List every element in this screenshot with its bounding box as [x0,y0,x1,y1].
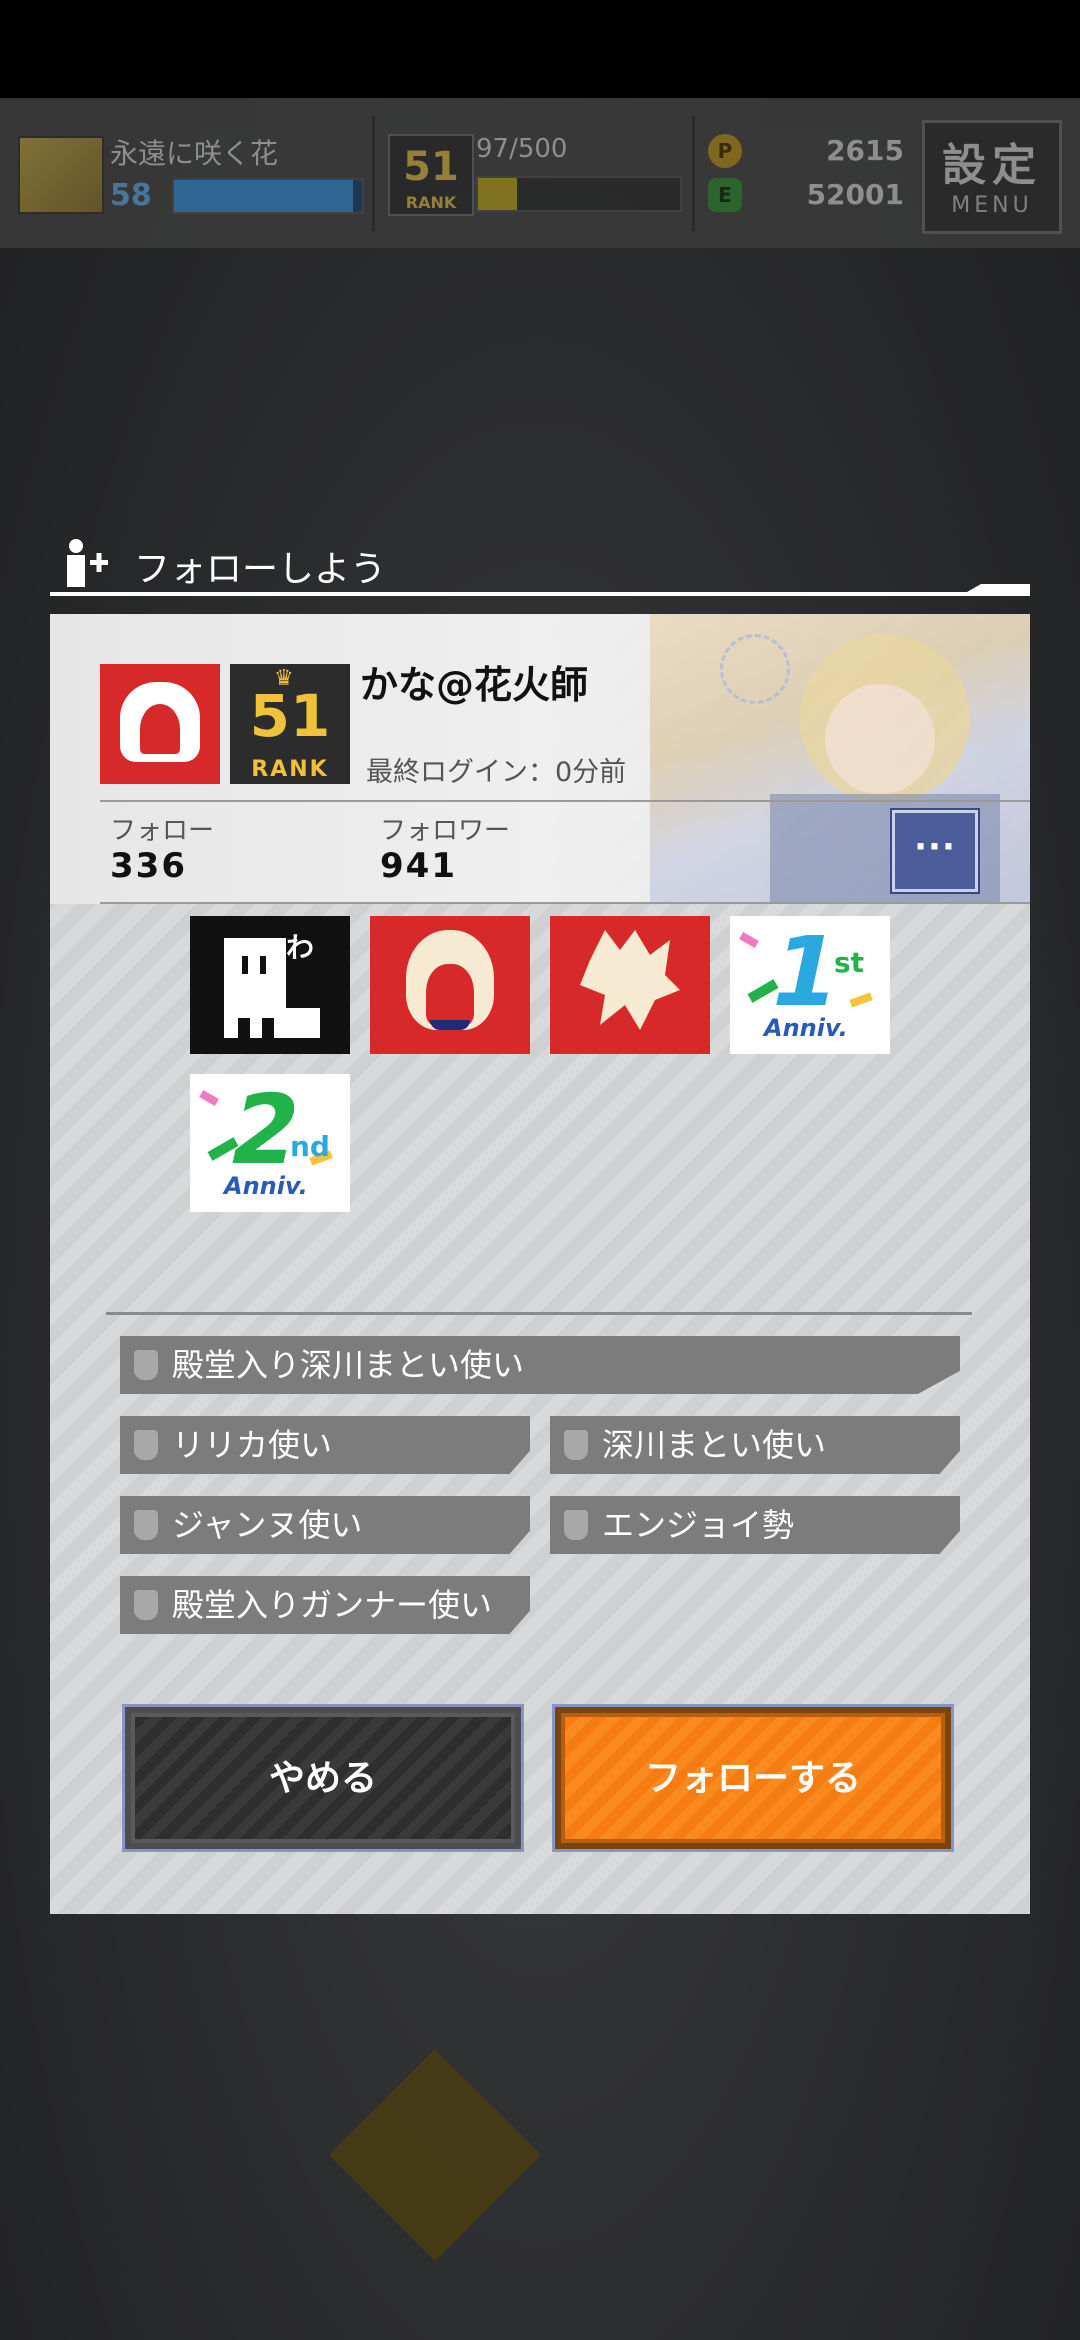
tag-icon [564,1430,588,1460]
emblem-red-burst [550,916,710,1054]
gold-coin-count: 2615 [826,134,904,167]
last-login: 最終ログイン：0分前 [366,757,627,788]
player-avatar[interactable] [18,136,104,214]
rank-number: 51 [403,144,459,190]
emblem-red-mask [370,916,530,1054]
user-rank-label: RANK [251,757,329,782]
rank-label: RANK [405,193,457,212]
menu-button[interactable]: 設定 MENU [922,120,1062,234]
title-tag-label: 殿堂入り深川まとい使い [172,1346,525,1384]
emblem-2nd-label: Anniv. [224,1172,308,1200]
header-underline [50,592,1030,596]
emblem-2nd-suffix: nd [290,1130,330,1163]
cancel-button-label: やめる [131,1713,515,1843]
player-name: 永遠に咲く花 [110,137,279,170]
follow-dialog: ♛ 51 RANK かな@花火師 最終ログイン：0分前 フォロー 336 フォロ… [50,614,1030,1914]
user-avatar-icon [100,664,220,784]
profile-divider [100,800,1030,802]
emblem-1st-label: Anniv. [764,1014,848,1042]
emblem-2nd-anniv: 2 nd Anniv. [190,1074,350,1212]
title-tag: 深川まとい使い [550,1416,960,1474]
level-progress-bar [172,178,364,214]
title-tag: リリカ使い [120,1416,530,1474]
user-name: かな@花火師 [360,663,589,707]
more-options-button[interactable]: ··· [892,810,978,892]
title-tag: 殿堂入り深川まとい使い [120,1336,960,1394]
dialog-header: フォローしよう [50,530,1030,596]
emblem-1st-suffix: st [834,946,865,979]
emblem-castle: わ [190,916,350,1054]
user-rank-number: 51 [249,682,331,750]
title-tag-label: ジャンヌ使い [172,1506,363,1544]
stamina-bar [476,176,682,212]
emblem-1st-anniv: 1 st Anniv. [730,916,890,1054]
title-tag-label: 殿堂入りガンナー使い [172,1586,493,1624]
hud-divider [692,116,695,231]
follow-button-label: フォローする [561,1713,945,1843]
follow-button[interactable]: フォローする [552,1704,954,1852]
follower-label: フォロワー [380,816,511,846]
title-tag-label: 深川まとい使い [602,1426,827,1464]
green-coin-icon: E [708,178,742,212]
tag-icon [134,1590,158,1620]
emblem-castle-text: わ [286,931,315,964]
tag-icon [564,1510,588,1540]
menu-kanji: 設定 [942,140,1042,191]
profile-divider-bottom [100,902,1030,904]
background-diamond [328,2048,542,2262]
tag-icon [134,1430,158,1460]
title-tag: エンジョイ勢 [550,1496,960,1554]
follow-count: 336 [110,846,187,886]
tag-icon [134,1510,158,1540]
title-tag-label: エンジョイ勢 [602,1506,795,1544]
title-tag: 殿堂入りガンナー使い [120,1576,530,1634]
title-tag: ジャンヌ使い [120,1496,530,1554]
dialog-title: フォローしよう [134,549,387,590]
follower-count: 941 [380,846,457,886]
rank-icon: 51 RANK [388,134,474,216]
green-coin-count: 52001 [806,178,904,211]
titles-divider [106,1312,972,1315]
stamina-text: 97/500 [476,134,568,164]
cancel-button[interactable]: やめる [122,1704,524,1852]
tag-icon [134,1350,158,1380]
gold-coin-icon: P [708,134,742,168]
menu-label: MENU [951,193,1033,218]
user-profile-card: ♛ 51 RANK かな@花火師 最終ログイン：0分前 フォロー 336 フォロ… [50,614,1030,904]
title-tag-label: リリカ使い [172,1426,333,1464]
top-hud: 永遠に咲く花 58 51 RANK 97/500 P 2615 E 52001 … [0,98,1080,248]
player-level: 58 [110,178,152,213]
hud-divider [372,116,375,231]
add-person-icon [62,538,110,588]
header-tab-accent [960,584,1030,596]
status-bar [0,0,1080,98]
user-rank-icon: ♛ 51 RANK [230,664,350,784]
follow-label: フォロー [110,816,215,846]
